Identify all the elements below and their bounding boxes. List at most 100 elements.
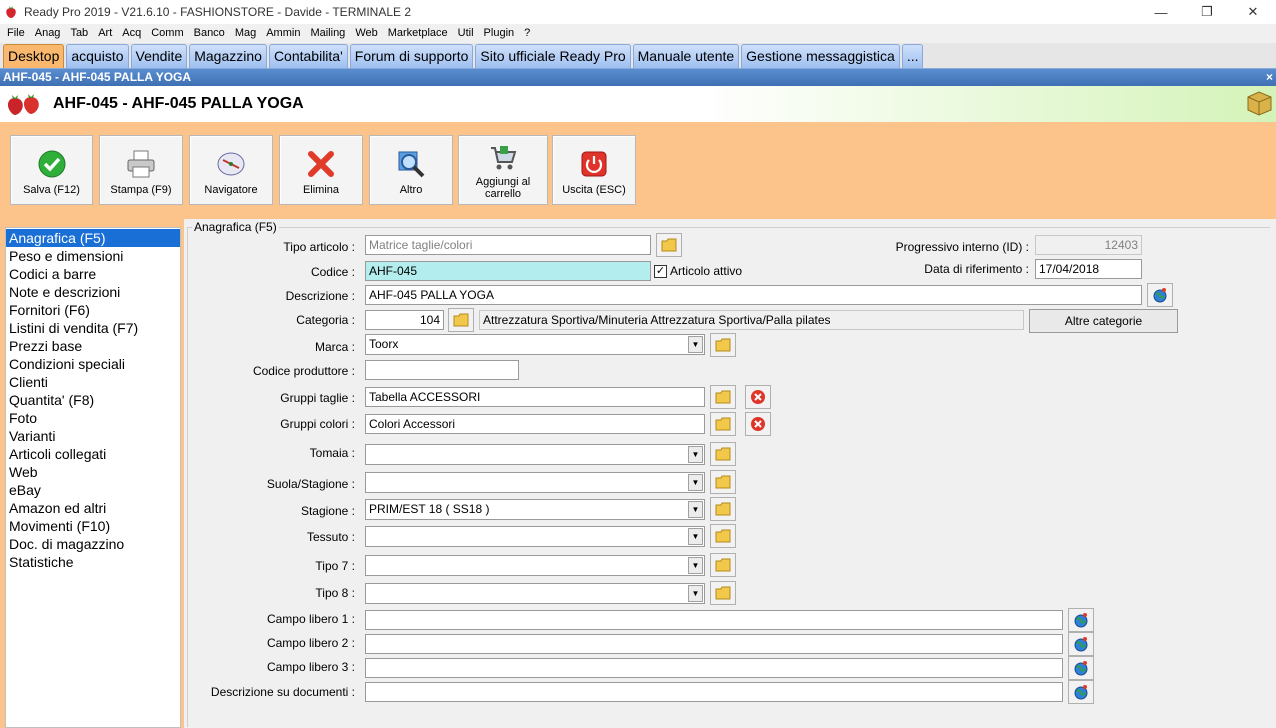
tipo7-folder-button[interactable] — [710, 553, 736, 577]
chevron-down-icon: ▼ — [688, 474, 703, 491]
nav-item-amazon[interactable]: Amazon ed altri — [6, 499, 180, 517]
nav-item-listini[interactable]: Listini di vendita (F7) — [6, 319, 180, 337]
menu-file[interactable]: File — [2, 24, 30, 43]
nav-item-prezzi-base[interactable]: Prezzi base — [6, 337, 180, 355]
nav-item-statistiche[interactable]: Statistiche — [6, 553, 180, 571]
restore-button[interactable]: ❐ — [1184, 0, 1230, 24]
stagione-select[interactable]: PRIM/EST 18 ( SS18 ) ▼ — [365, 499, 705, 520]
caption-close-button[interactable]: × — [1266, 69, 1273, 86]
menu-tab[interactable]: Tab — [65, 24, 93, 43]
menu-plugin[interactable]: Plugin — [479, 24, 520, 43]
tessuto-select[interactable]: ▼ — [365, 526, 705, 547]
menu-web[interactable]: Web — [350, 24, 382, 43]
descrizione-documenti-field[interactable] — [365, 682, 1063, 702]
menu-comm[interactable]: Comm — [146, 24, 188, 43]
campo-libero-2-field[interactable] — [365, 634, 1063, 654]
close-button[interactable]: ✕ — [1230, 0, 1276, 24]
tab-messaggistica[interactable]: Gestione messaggistica — [741, 44, 900, 68]
nav-item-fornitori[interactable]: Fornitori (F6) — [6, 301, 180, 319]
tab-desktop[interactable]: Desktop — [3, 44, 65, 68]
tab-manuale[interactable]: Manuale utente — [632, 44, 740, 68]
descrizione-field[interactable]: AHF-045 PALLA YOGA — [365, 285, 1142, 305]
categoria-folder-button[interactable] — [448, 308, 474, 332]
descrizione-documenti-label: Descrizione su documenti : — [210, 685, 355, 699]
gruppi-taglie-clear-button[interactable] — [745, 385, 771, 409]
menu-mailing[interactable]: Mailing — [305, 24, 350, 43]
tomaia-folder-button[interactable] — [710, 442, 736, 466]
nav-item-ebay[interactable]: eBay — [6, 481, 180, 499]
campo-libero-1-field[interactable] — [365, 610, 1063, 630]
menu-help[interactable]: ? — [519, 24, 535, 43]
tab-vendite[interactable]: Vendite — [130, 44, 188, 68]
nav-item-articoli-collegati[interactable]: Articoli collegati — [6, 445, 180, 463]
menu-anag[interactable]: Anag — [30, 24, 66, 43]
menu-ammin[interactable]: Ammin — [261, 24, 305, 43]
exit-button[interactable]: Uscita (ESC) — [552, 135, 636, 205]
tab-acquisto[interactable]: acquisto — [66, 44, 129, 68]
gruppi-taglie-field[interactable]: Tabella ACCESSORI — [365, 387, 705, 407]
campo-libero-2-translate-button[interactable] — [1068, 632, 1094, 656]
suola-folder-button[interactable] — [710, 470, 736, 494]
nav-item-doc-magazzino[interactable]: Doc. di magazzino — [6, 535, 180, 553]
print-button[interactable]: Stampa (F9) — [99, 135, 183, 205]
tipo-articolo-field[interactable]: Matrice taglie/colori — [365, 235, 651, 255]
nav-item-web[interactable]: Web — [6, 463, 180, 481]
tab-more[interactable]: ... — [901, 44, 924, 68]
tessuto-folder-button[interactable] — [710, 524, 736, 548]
tab-magazzino[interactable]: Magazzino — [189, 44, 267, 68]
descrizione-documenti-translate-button[interactable] — [1068, 680, 1094, 704]
menu-banco[interactable]: Banco — [189, 24, 230, 43]
articolo-attivo-checkbox[interactable]: ✓ Articolo attivo — [654, 264, 742, 278]
codice-field[interactable]: AHF-045 — [365, 261, 651, 281]
nav-item-movimenti[interactable]: Movimenti (F10) — [6, 517, 180, 535]
nav-item-varianti[interactable]: Varianti — [6, 427, 180, 445]
marca-select[interactable]: Toorx ▼ — [365, 334, 705, 355]
add-to-cart-button[interactable]: Aggiungi al carrello — [458, 135, 548, 205]
campo-libero-1-translate-button[interactable] — [1068, 608, 1094, 632]
menu-mag[interactable]: Mag — [230, 24, 261, 43]
gruppi-colori-clear-button[interactable] — [745, 412, 771, 436]
suola-label: Suola/Stagione : — [266, 477, 355, 491]
tomaia-select[interactable]: ▼ — [365, 444, 705, 465]
tab-contabilita[interactable]: Contabilita' — [268, 44, 348, 68]
campo-libero-3-translate-button[interactable] — [1068, 656, 1094, 680]
save-button[interactable]: Salva (F12) — [10, 135, 93, 205]
tipo8-select[interactable]: ▼ — [365, 583, 705, 604]
menu-bar: File Anag Tab Art Acq Comm Banco Mag Amm… — [0, 24, 1276, 43]
suola-select[interactable]: ▼ — [365, 472, 705, 493]
nav-item-anagrafica[interactable]: Anagrafica (F5) — [6, 229, 180, 247]
other-button[interactable]: Altro — [369, 135, 453, 205]
nav-item-condizioni[interactable]: Condizioni speciali — [6, 355, 180, 373]
codice-produttore-field[interactable] — [365, 360, 519, 380]
gruppi-colori-field[interactable]: Colori Accessori — [365, 414, 705, 434]
stagione-folder-button[interactable] — [710, 497, 736, 521]
gruppi-taglie-folder-button[interactable] — [710, 385, 736, 409]
categoria-code-field[interactable]: 104 — [365, 310, 444, 330]
menu-acq[interactable]: Acq — [117, 24, 146, 43]
menu-art[interactable]: Art — [93, 24, 117, 43]
nav-item-note[interactable]: Note e descrizioni — [6, 283, 180, 301]
tipo-articolo-folder-button[interactable] — [656, 233, 682, 257]
minimize-button[interactable]: — — [1138, 0, 1184, 24]
tab-sito-ufficiale[interactable]: Sito ufficiale Ready Pro — [475, 44, 631, 68]
altre-categorie-button[interactable]: Altre categorie — [1029, 309, 1178, 333]
descrizione-translate-button[interactable] — [1147, 283, 1173, 307]
data-riferimento-field[interactable]: 17/04/2018 — [1035, 259, 1142, 279]
tab-forum[interactable]: Forum di supporto — [349, 44, 474, 68]
add-to-cart-label-2: carrello — [484, 188, 522, 200]
campo-libero-3-field[interactable] — [365, 658, 1063, 678]
navigator-button[interactable]: Navigatore — [189, 135, 273, 205]
delete-button[interactable]: Elimina — [279, 135, 363, 205]
stagione-label: Stagione : — [300, 504, 355, 518]
tipo8-folder-button[interactable] — [710, 581, 736, 605]
marca-folder-button[interactable] — [710, 333, 736, 357]
gruppi-colori-folder-button[interactable] — [710, 412, 736, 436]
nav-item-foto[interactable]: Foto — [6, 409, 180, 427]
nav-item-quantita[interactable]: Quantita' (F8) — [6, 391, 180, 409]
nav-item-peso[interactable]: Peso e dimensioni — [6, 247, 180, 265]
menu-marketplace[interactable]: Marketplace — [383, 24, 453, 43]
nav-item-clienti[interactable]: Clienti — [6, 373, 180, 391]
menu-util[interactable]: Util — [453, 24, 479, 43]
tipo7-select[interactable]: ▼ — [365, 555, 705, 576]
nav-item-codici-barre[interactable]: Codici a barre — [6, 265, 180, 283]
